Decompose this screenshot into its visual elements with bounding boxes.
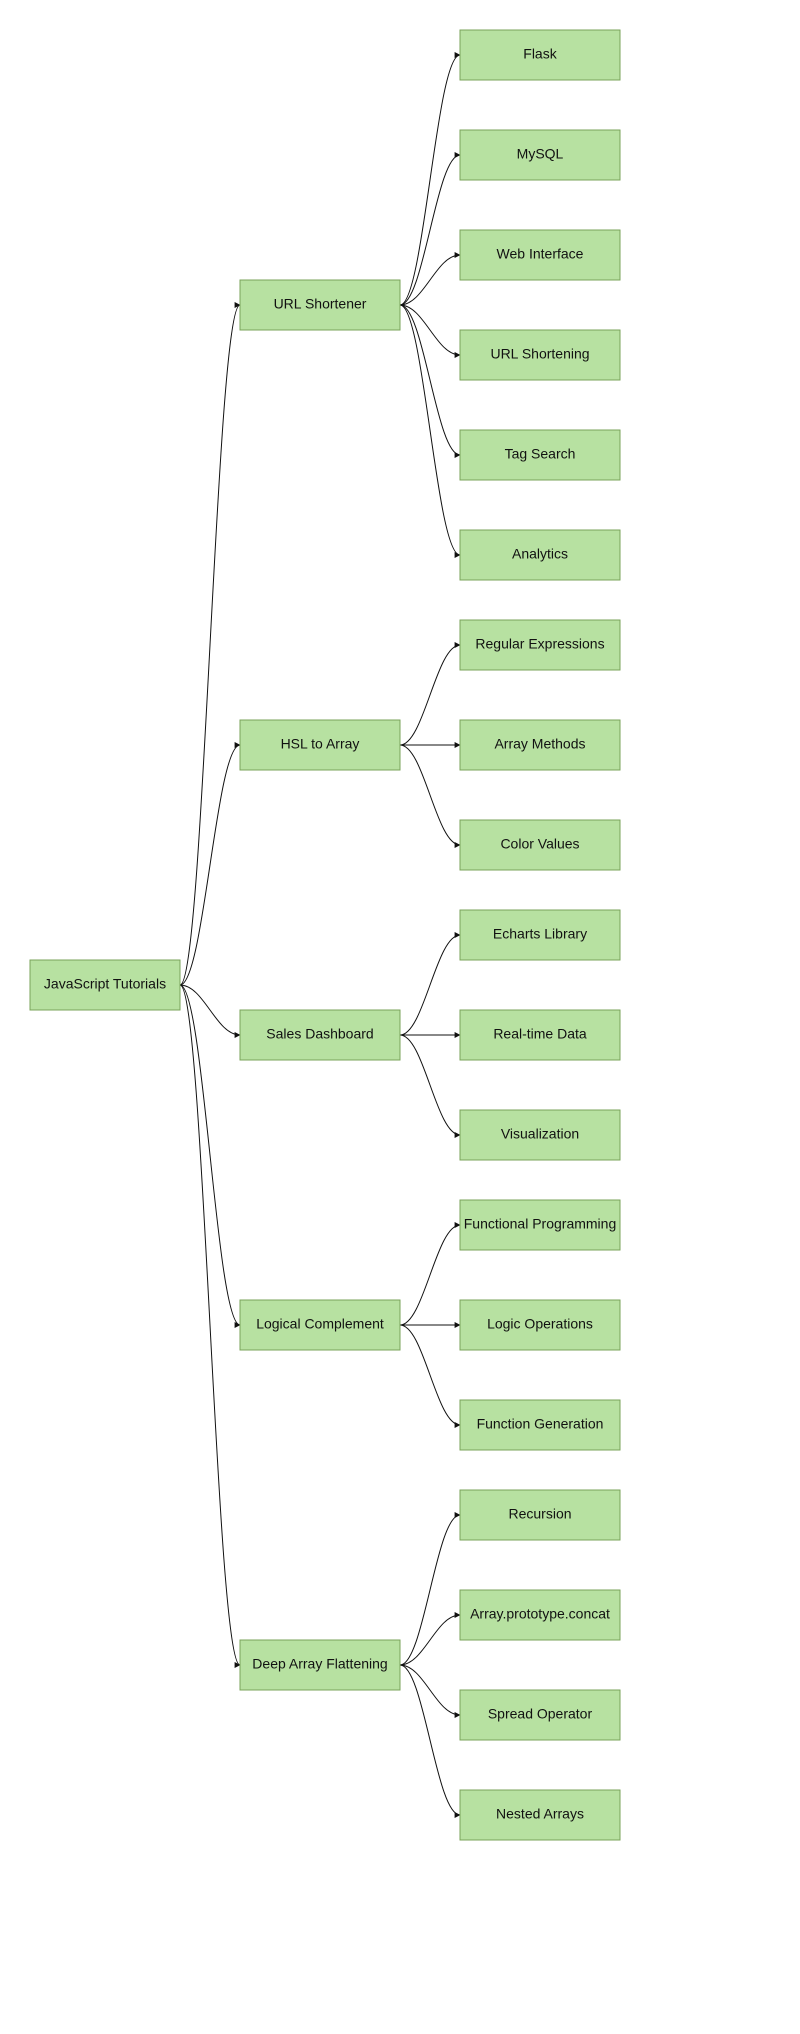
tree-diagram: Flask MySQL Web Interface URL Shortening Tag…: [0, 0, 800, 2034]
svg-text:Nested Arrays: Nested Arrays: [496, 1806, 584, 1822]
edge: [180, 985, 240, 1325]
svg-text:Sales Dashboard: Sales Dashboard: [266, 1026, 373, 1042]
leaf-node: Array.prototype.concat: [460, 1590, 620, 1640]
leaf-node: URL Shortening: [460, 330, 620, 380]
leaf-node: Regular Expressions: [460, 620, 620, 670]
svg-text:Deep Array Flattening: Deep Array Flattening: [252, 1656, 387, 1672]
svg-text:Real-time Data: Real-time Data: [493, 1026, 587, 1042]
svg-text:Function Generation: Function Generation: [477, 1416, 604, 1432]
svg-text:HSL to Array: HSL to Array: [281, 736, 360, 752]
edge: [400, 645, 460, 745]
svg-text:JavaScript Tutorials: JavaScript Tutorials: [44, 976, 166, 992]
leaf-node: Nested Arrays: [460, 1790, 620, 1840]
svg-text:MySQL: MySQL: [517, 146, 564, 162]
leaf-node: Recursion: [460, 1490, 620, 1540]
leaf-node: Web Interface: [460, 230, 620, 280]
edge: [400, 1035, 460, 1135]
leaf-node: Function Generation: [460, 1400, 620, 1450]
edge: [400, 1515, 460, 1665]
edge: [400, 305, 460, 555]
edge: [180, 305, 240, 985]
branch-node: URL Shortener: [240, 280, 400, 330]
edge: [180, 985, 240, 1665]
svg-text:Logic Operations: Logic Operations: [487, 1316, 593, 1332]
edge: [400, 1225, 460, 1325]
svg-text:Recursion: Recursion: [508, 1506, 571, 1522]
svg-text:Array.prototype.concat: Array.prototype.concat: [470, 1606, 610, 1622]
svg-text:Logical Complement: Logical Complement: [256, 1316, 384, 1332]
edge: [400, 745, 460, 845]
leaf-node: Array Methods: [460, 720, 620, 770]
leaf-node: Spread Operator: [460, 1690, 620, 1740]
leaf-node: Visualization: [460, 1110, 620, 1160]
svg-text:Visualization: Visualization: [501, 1126, 579, 1142]
leaf-node: MySQL: [460, 130, 620, 180]
svg-text:Tag Search: Tag Search: [505, 446, 576, 462]
svg-text:Flask: Flask: [523, 46, 557, 62]
edge: [400, 935, 460, 1035]
svg-text:URL Shortener: URL Shortener: [274, 296, 367, 312]
svg-text:Color Values: Color Values: [500, 836, 579, 852]
svg-text:Web Interface: Web Interface: [497, 246, 584, 262]
branch-node: Logical Complement: [240, 1300, 400, 1350]
root-node: JavaScript Tutorials: [30, 960, 180, 1010]
branch-node: Deep Array Flattening: [240, 1640, 400, 1690]
edge: [180, 985, 240, 1035]
edge: [400, 55, 460, 305]
svg-text:Array Methods: Array Methods: [494, 736, 585, 752]
branch-node: Sales Dashboard: [240, 1010, 400, 1060]
leaf-node: Analytics: [460, 530, 620, 580]
svg-text:Spread Operator: Spread Operator: [488, 1706, 593, 1722]
leaf-node: Tag Search: [460, 430, 620, 480]
edge: [400, 1325, 460, 1425]
svg-text:Analytics: Analytics: [512, 546, 568, 562]
leaf-node: Functional Programming: [460, 1200, 620, 1250]
leaf-node: Flask: [460, 30, 620, 80]
svg-text:Functional Programming: Functional Programming: [464, 1216, 617, 1232]
leaf-node: Logic Operations: [460, 1300, 620, 1350]
leaf-node: Color Values: [460, 820, 620, 870]
branch-node: HSL to Array: [240, 720, 400, 770]
svg-text:URL Shortening: URL Shortening: [490, 346, 589, 362]
leaf-node: Real-time Data: [460, 1010, 620, 1060]
edge: [400, 1665, 460, 1815]
svg-text:Echarts Library: Echarts Library: [493, 926, 587, 942]
leaf-node: Echarts Library: [460, 910, 620, 960]
svg-text:Regular Expressions: Regular Expressions: [475, 636, 604, 652]
